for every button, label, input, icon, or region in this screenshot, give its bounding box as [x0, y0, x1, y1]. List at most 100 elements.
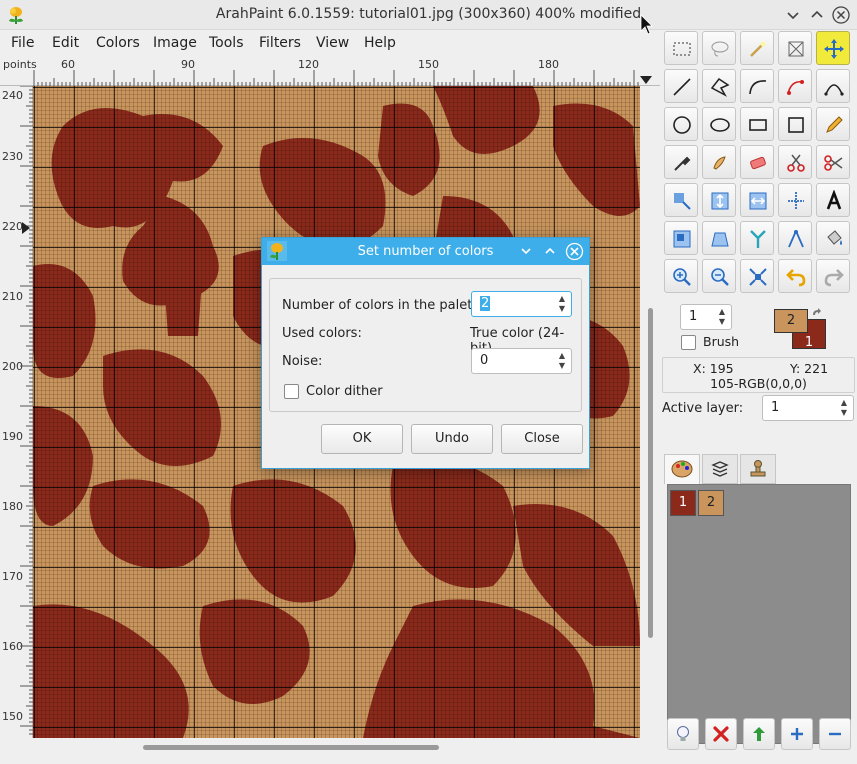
menu-filters[interactable]: Filters: [259, 35, 301, 51]
ok-button[interactable]: OK: [321, 424, 403, 454]
tool-ellipse-outline-button[interactable]: [664, 107, 698, 141]
menu-colors[interactable]: Colors: [96, 35, 140, 51]
tool-rectangle-filled-button[interactable]: [778, 107, 812, 141]
tool-zoom-in-button[interactable]: [664, 259, 698, 293]
vertical-scrollbar[interactable]: [645, 86, 657, 738]
tool-pencil-button[interactable]: [816, 107, 850, 141]
tool-shape-edit-button[interactable]: [778, 69, 812, 103]
palette-color-2[interactable]: 2: [698, 490, 724, 516]
tool-cut-button[interactable]: [778, 145, 812, 179]
palette-color-index: 2: [706, 495, 716, 510]
active-layer-spinbox[interactable]: 1 ▲ ▼: [762, 395, 854, 421]
ruler-left-ticks: [20, 86, 33, 735]
horizontal-scroll-thumb[interactable]: [143, 745, 439, 750]
tool-flip-horizontal-button[interactable]: [740, 183, 774, 217]
delete-color-button[interactable]: [705, 718, 737, 750]
palette-color-1[interactable]: 1: [670, 490, 696, 516]
menu-image[interactable]: Image: [153, 35, 197, 51]
perspective-icon: [711, 232, 729, 247]
close-icon[interactable]: [565, 242, 584, 261]
tool-undo-button[interactable]: [778, 259, 812, 293]
tool-eraser-button[interactable]: [740, 145, 774, 179]
brush-size-spinbox[interactable]: 1 ▲ ▼: [680, 304, 732, 330]
chevron-up-icon: [811, 10, 823, 18]
tool-eyedropper-button[interactable]: [664, 145, 698, 179]
bucket-icon: [827, 230, 842, 245]
tool-perspective-button[interactable]: [702, 221, 736, 255]
spin-arrows-icon: ▲ ▼: [558, 294, 565, 313]
tool-bezier-button[interactable]: [816, 69, 850, 103]
dialog-title-bar: Set number of colors: [262, 238, 589, 265]
close-button[interactable]: Close: [501, 424, 583, 454]
horizontal-scrollbar[interactable]: [33, 740, 640, 760]
add-color-button[interactable]: [781, 718, 813, 750]
mouse-cursor-icon: [640, 14, 653, 35]
dialog-title: Set number of colors: [357, 244, 494, 259]
tool-transform-button[interactable]: [664, 183, 698, 217]
layers-icon: [711, 461, 729, 477]
eraser-icon: [750, 156, 766, 170]
menu-view[interactable]: View: [316, 35, 349, 51]
undo-button[interactable]: Undo: [411, 424, 493, 454]
tool-line-button[interactable]: [664, 69, 698, 103]
tool-magic-wand-button[interactable]: [740, 31, 774, 65]
tool-fit-button[interactable]: [740, 259, 774, 293]
flip-vertical-icon: [711, 192, 729, 210]
tool-ellipse-filled-button[interactable]: [702, 107, 736, 141]
tool-resize-button[interactable]: [664, 221, 698, 255]
tool-polygon-button[interactable]: [702, 69, 736, 103]
tool-flip-vertical-button[interactable]: [702, 183, 736, 217]
position-info-box: X: 195 Y: 221 105-RGB(0,0,0): [662, 357, 855, 393]
crop-icon: [788, 41, 804, 57]
chevron-down-icon: [787, 12, 799, 20]
foreground-color-swatch[interactable]: 2: [774, 309, 808, 333]
tool-move-button[interactable]: [816, 31, 850, 65]
vertical-scroll-thumb[interactable]: [648, 308, 653, 638]
menu-file[interactable]: File: [11, 35, 34, 51]
menu-edit[interactable]: Edit: [52, 35, 79, 51]
tool-text-button[interactable]: [816, 183, 850, 217]
tool-rect-select-button[interactable]: [664, 31, 698, 65]
tab-layers[interactable]: [702, 454, 738, 484]
tool-crop-button[interactable]: [778, 31, 812, 65]
brush-checkbox[interactable]: [681, 335, 696, 350]
transform-icon: [674, 193, 691, 210]
tool-panel: 1 ▲ ▼ Brush 1 2 X: 195 Y: 221 105-RGB(0,0…: [660, 30, 857, 764]
palette-colors-area: 1 2: [667, 484, 851, 744]
hint-button[interactable]: [667, 718, 699, 750]
tool-smudge-button[interactable]: [702, 145, 736, 179]
tool-zoom-out-button[interactable]: [702, 259, 736, 293]
swap-colors-icon[interactable]: [810, 307, 824, 321]
tool-scissors-button[interactable]: [816, 145, 850, 179]
rectangle-filled-icon: [788, 117, 804, 133]
chevron-up-icon[interactable]: [542, 243, 558, 259]
close-window-button[interactable]: [830, 4, 852, 26]
move-icon: [824, 39, 844, 59]
palette-count-label: Number of colors in the palette:: [282, 298, 490, 313]
cut-icon: [787, 154, 805, 172]
tool-rectangle-outline-button[interactable]: [740, 107, 774, 141]
tool-lasso-button[interactable]: [702, 31, 736, 65]
rect-select-icon: [673, 42, 691, 56]
menu-help[interactable]: Help: [364, 35, 396, 51]
tab-palette[interactable]: [664, 454, 700, 484]
color-dither-checkbox[interactable]: [284, 384, 299, 399]
brush-label: Brush: [703, 334, 740, 349]
palette-count-value: 2: [480, 296, 491, 311]
tab-stamp[interactable]: [740, 454, 776, 484]
palette-count-spinbox[interactable]: 2 ▲ ▼: [471, 291, 572, 317]
tool-curve-button[interactable]: [740, 69, 774, 103]
merge-colors-button[interactable]: [743, 718, 775, 750]
minimize-button[interactable]: [782, 4, 804, 26]
tool-compass-button[interactable]: [778, 221, 812, 255]
menu-tools[interactable]: Tools: [209, 35, 244, 51]
chevron-down-icon[interactable]: [518, 243, 534, 259]
maximize-button[interactable]: [806, 4, 828, 26]
tool-fork-button[interactable]: [740, 221, 774, 255]
tool-redo-button[interactable]: [816, 259, 850, 293]
tool-bucket-button[interactable]: [816, 221, 850, 255]
dialog-options-group: Number of colors in the palette: 2 ▲ ▼ Us…: [269, 278, 582, 412]
tool-center-button[interactable]: [778, 183, 812, 217]
noise-spinbox[interactable]: 0 ▲ ▼: [471, 348, 572, 374]
remove-color-button[interactable]: [819, 718, 851, 750]
